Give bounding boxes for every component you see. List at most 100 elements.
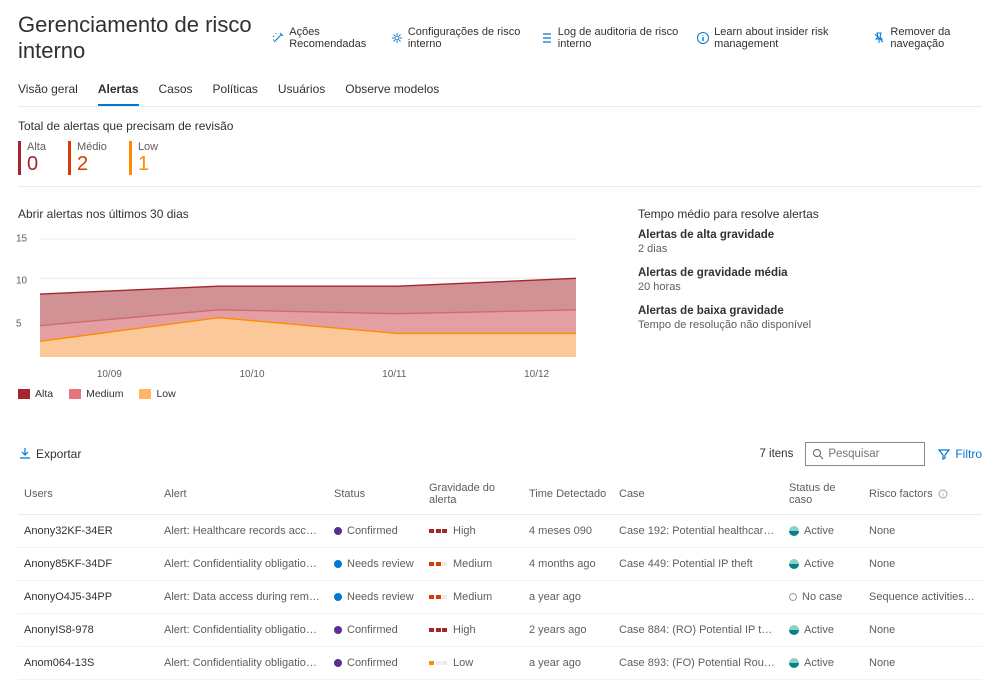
case-status-dot-icon (789, 625, 799, 635)
tab-users[interactable]: Usuários (278, 76, 325, 106)
table-row[interactable]: Anony85KF-34DFAlert: Confidentiality obl… (18, 548, 982, 581)
resolve-block-1: Alertas de gravidade média 20 horas (638, 267, 982, 293)
filter-label: Filtro (955, 447, 982, 461)
items-count: 7 itens (759, 448, 793, 460)
cell-case (613, 581, 783, 614)
cell-status: Confirmed (328, 614, 423, 647)
cell-risk: None (863, 647, 982, 680)
cell-alert: Alert: Confidentiality obligation during… (158, 548, 328, 581)
alerts-table: UsersAlertStatusGravidade do alertaTime … (18, 474, 982, 680)
sev-label: Alta (27, 141, 46, 153)
col-header[interactable]: Alert (158, 474, 328, 515)
case-status-dot-icon (789, 526, 799, 536)
header-action-remove[interactable]: Remover da navegação (872, 26, 982, 50)
tab-overview[interactable]: Visão geral (18, 76, 78, 106)
search-input[interactable] (828, 448, 918, 460)
info-icon (696, 31, 710, 45)
resolve-block-0: Alertas de alta gravidade 2 dias (638, 229, 982, 255)
resolve-block-title: Alertas de baixa gravidade (638, 305, 982, 317)
x-labels: 10/0910/1010/1110/12 (18, 369, 608, 380)
action-label: Ações Recomendadas (289, 26, 376, 50)
case-status-dot-icon (789, 559, 799, 569)
col-header[interactable]: Case (613, 474, 783, 515)
tab-alerts[interactable]: Alertas (98, 76, 139, 106)
search-box[interactable] (805, 442, 925, 466)
x-tick: 10/09 (97, 369, 122, 380)
col-header[interactable]: Users (18, 474, 158, 515)
severity-counter-medio: Médio2 (68, 141, 107, 176)
page-title: Gerenciamento de risco interno (18, 12, 271, 64)
cell-time: a year ago (523, 647, 613, 680)
cell-user: Anom064-13S (18, 647, 158, 680)
info-icon: i (936, 487, 950, 501)
export-label: Exportar (36, 447, 81, 461)
x-tick: 10/12 (524, 369, 549, 380)
col-header[interactable]: Time Detectado (523, 474, 613, 515)
legend-low: Low (139, 388, 175, 400)
action-label: Remover da navegação (890, 26, 982, 50)
header-action-recommended[interactable]: Ações Recomendadas (271, 26, 376, 50)
cell-risk: None (863, 515, 982, 548)
header-action-settings[interactable]: Configurações de risco interno (390, 26, 526, 50)
resolve-block-title: Alertas de alta gravidade (638, 229, 982, 241)
cell-status: Needs review (328, 581, 423, 614)
cell-severity: Low (423, 647, 523, 680)
svg-text:i: i (942, 493, 943, 499)
action-label: Configurações de risco interno (408, 26, 526, 50)
download-icon (18, 447, 32, 461)
col-header[interactable]: Status de caso (783, 474, 863, 515)
tab-cases[interactable]: Casos (159, 76, 193, 106)
col-header[interactable]: Risco factors i (863, 474, 982, 515)
cell-user: AnonyIS8-978 (18, 614, 158, 647)
table-row[interactable]: Anony32KF-34ERAlert: Healthcare records … (18, 515, 982, 548)
gear-icon (390, 31, 404, 45)
resolve-block-2: Alertas de baixa gravidadeTempo de resol… (638, 305, 982, 331)
cell-risk: None (863, 614, 982, 647)
severity-counters: Alta0Médio2Low1 (18, 141, 982, 187)
sev-value: 2 (77, 153, 107, 176)
severity-counter-alta: Alta0 (18, 141, 46, 176)
chart-title: Abrir alertas nos últimos 30 dias (18, 207, 608, 221)
col-header[interactable]: Gravidade do alerta (423, 474, 523, 515)
cell-alert: Alert: Data access during remote work… (158, 581, 328, 614)
resolve-block-value: 2 dias (638, 243, 982, 255)
header-action-learn[interactable]: Learn about insider risk management (696, 26, 858, 50)
cell-time: 2 years ago (523, 614, 613, 647)
wand-icon (271, 31, 285, 45)
list-icon (540, 31, 554, 45)
cell-severity: Medium (423, 581, 523, 614)
resolve-title: Tempo médio para resolve alertas (638, 207, 982, 221)
cell-case-status: Active (783, 647, 863, 680)
filter-button[interactable]: Filtro (937, 447, 982, 461)
case-status-dot-icon (789, 658, 799, 668)
cell-status: Needs review (328, 548, 423, 581)
cell-severity: High (423, 515, 523, 548)
cell-user: Anony32KF-34ER (18, 515, 158, 548)
header-action-audit[interactable]: Log de auditoria de risco interno (540, 26, 682, 50)
y-tick-10: 10 (16, 276, 27, 287)
x-tick: 10/10 (239, 369, 264, 380)
table-row[interactable]: AnonyO4J5-34PPAlert: Data access during … (18, 581, 982, 614)
table-row[interactable]: Anom064-13SAlert: Confidentiality obliga… (18, 647, 982, 680)
sev-label: Low (138, 141, 158, 153)
sev-value: 0 (27, 153, 46, 176)
export-button[interactable]: Exportar (18, 447, 81, 461)
cell-case-status: Active (783, 515, 863, 548)
resolve-block-title: Alertas de gravidade média (638, 267, 982, 279)
cell-status: Confirmed (328, 515, 423, 548)
status-dot-icon (334, 560, 342, 568)
alerts-review-title: Total de alertas que precisam de revisão (18, 119, 982, 133)
cell-alert: Alert: Confidentiality obligation during… (158, 647, 328, 680)
cell-case-status: No case (783, 581, 863, 614)
legend-alta: Alta (18, 388, 53, 400)
severity-bars-icon (429, 628, 447, 632)
resolve-block-value: 20 horas (638, 281, 982, 293)
table-row[interactable]: AnonyIS8-978Alert: Confidentiality oblig… (18, 614, 982, 647)
cell-status: Confirmed (328, 647, 423, 680)
severity-bars-icon (429, 562, 447, 566)
status-dot-icon (334, 626, 342, 634)
col-header[interactable]: Status (328, 474, 423, 515)
tab-policies[interactable]: Políticas (213, 76, 258, 106)
tab-templates[interactable]: Observe modelos (345, 76, 439, 106)
action-label: Learn about insider risk management (714, 26, 858, 50)
